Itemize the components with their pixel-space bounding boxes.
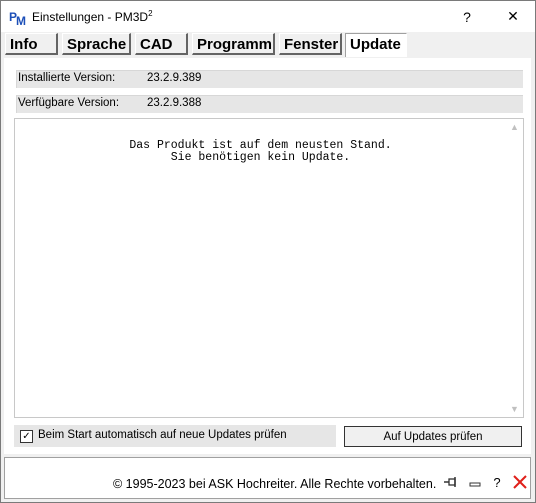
available-version-value: 23.2.9.388: [147, 97, 202, 109]
available-version-row: Verfügbare Version: 23.2.9.388: [16, 95, 523, 113]
svg-text:M: M: [16, 14, 26, 26]
scroll-down-icon[interactable]: ▼: [506, 401, 523, 417]
tab-programm[interactable]: Programm: [192, 33, 275, 55]
pin-icon[interactable]: [442, 473, 460, 491]
update-panel: Installierte Version: 23.2.9.389 Verfügb…: [4, 58, 531, 454]
installed-version-row: Installierte Version: 23.2.9.389: [16, 70, 523, 88]
minimize-icon[interactable]: [466, 473, 484, 491]
update-message-text: Das Produkt ist auf dem neusten Stand. S…: [129, 139, 392, 164]
tab-bar: Info Sprache CAD Programm Fenster Update: [1, 32, 535, 58]
tab-info[interactable]: Info: [5, 33, 58, 55]
vertical-scrollbar[interactable]: ▲ ▼: [506, 119, 523, 417]
footer: © 1995-2023 bei ASK Hochreiter. Alle Rec…: [1, 454, 535, 502]
check-updates-button[interactable]: Auf Updates prüfen: [344, 426, 522, 447]
title-help-button[interactable]: ?: [445, 1, 489, 32]
tab-fenster[interactable]: Fenster: [279, 33, 342, 55]
tab-sprache[interactable]: Sprache: [62, 33, 131, 55]
auto-check-label[interactable]: Beim Start automatisch auf neue Updates …: [38, 429, 287, 441]
scroll-up-icon[interactable]: ▲: [506, 119, 523, 135]
auto-check-row: ✓ Beim Start automatisch auf neue Update…: [14, 425, 336, 447]
tab-update[interactable]: Update: [345, 33, 407, 57]
copyright-text: © 1995-2023 bei ASK Hochreiter. Alle Rec…: [113, 477, 437, 491]
available-version-label: Verfügbare Version:: [18, 97, 120, 109]
installed-version-label: Installierte Version:: [18, 72, 116, 84]
close-icon[interactable]: [511, 473, 529, 491]
pm-logo-icon: P M: [9, 8, 27, 26]
window-title: Einstellungen - PM3D2: [32, 9, 153, 24]
question-icon[interactable]: ?: [488, 473, 506, 491]
update-message-box[interactable]: Das Produkt ist auf dem neusten Stand. S…: [14, 118, 524, 418]
footer-bar: © 1995-2023 bei ASK Hochreiter. Alle Rec…: [4, 457, 531, 499]
installed-version-value: 23.2.9.389: [147, 72, 202, 84]
tab-cad[interactable]: CAD: [135, 33, 188, 55]
auto-check-checkbox[interactable]: ✓: [20, 430, 33, 443]
settings-window: P M Einstellungen - PM3D2 ? ✕ Info Sprac…: [0, 0, 536, 503]
title-close-button[interactable]: ✕: [491, 1, 535, 32]
title-bar: P M Einstellungen - PM3D2 ? ✕: [1, 1, 535, 32]
